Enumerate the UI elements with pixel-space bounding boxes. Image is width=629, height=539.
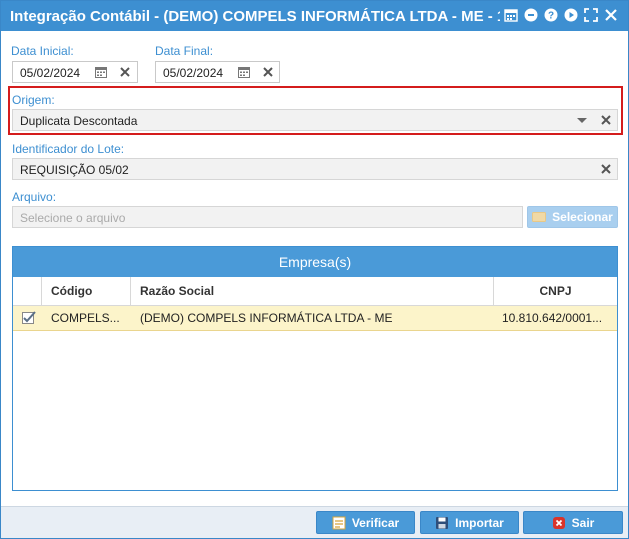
data-final-value: 05/02/2024 xyxy=(163,66,224,80)
close-icon[interactable] xyxy=(604,8,618,22)
svg-text:?: ? xyxy=(548,11,554,22)
clear-icon[interactable] xyxy=(599,162,613,176)
checkbox-checked-icon[interactable] xyxy=(21,306,39,331)
header-cnpj[interactable]: CNPJ xyxy=(493,277,617,306)
minimize-icon[interactable] xyxy=(524,8,538,22)
arquivo-placeholder: Selecione o arquivo xyxy=(20,211,126,225)
importar-label: Importar xyxy=(455,515,504,530)
clear-icon[interactable] xyxy=(118,65,132,79)
maximize-icon[interactable] xyxy=(584,8,598,22)
sair-button[interactable]: Sair xyxy=(523,511,623,534)
calendar-icon[interactable] xyxy=(237,65,251,79)
clear-icon[interactable] xyxy=(261,65,275,79)
identificador-value: REQUISIÇÃO 05/02 xyxy=(20,163,129,177)
help-icon[interactable]: ? xyxy=(544,8,558,22)
play-icon[interactable] xyxy=(564,8,578,22)
integracao-contabil-window: Integração Contábil - (DEMO) COMPELS INF… xyxy=(0,0,629,539)
origem-select[interactable]: Duplicata Descontada xyxy=(12,109,618,131)
table-row[interactable]: COMPELS... (DEMO) COMPELS INFORMÁTICA LT… xyxy=(13,306,617,331)
data-inicial-label: Data Inicial: xyxy=(11,44,74,58)
sair-label: Sair xyxy=(571,515,595,530)
save-icon xyxy=(436,516,449,529)
arquivo-field[interactable]: Selecione o arquivo xyxy=(12,206,523,228)
title-bar[interactable]: Integração Contábil - (DEMO) COMPELS INF… xyxy=(1,1,628,31)
selecionar-button[interactable]: Selecionar xyxy=(527,206,618,228)
data-final-field[interactable]: 05/02/2024 xyxy=(155,61,280,83)
data-final-label: Data Final: xyxy=(155,44,214,58)
data-inicial-field[interactable]: 05/02/2024 xyxy=(12,61,138,83)
identificador-field[interactable]: REQUISIÇÃO 05/02 xyxy=(12,158,618,180)
row-codigo: COMPELS... xyxy=(51,311,120,325)
importar-button[interactable]: Importar xyxy=(420,511,519,534)
window-title: Integração Contábil - (DEMO) COMPELS INF… xyxy=(10,8,500,25)
selecionar-label: Selecionar xyxy=(552,210,613,224)
row-razao-social: (DEMO) COMPELS INFORMÁTICA LTDA - ME xyxy=(140,311,393,325)
header-razao-social[interactable]: Razão Social xyxy=(130,277,493,306)
calendar-icon[interactable] xyxy=(504,8,518,22)
header-codigo[interactable]: Código xyxy=(41,277,130,306)
origem-value: Duplicata Descontada xyxy=(20,114,138,128)
calendar-icon[interactable] xyxy=(94,65,108,79)
verificar-label: Verificar xyxy=(351,515,400,530)
clear-icon[interactable] xyxy=(599,113,613,127)
empresas-grid: Empresa(s) Código Razão Social CNPJ COMP… xyxy=(12,246,618,491)
exit-icon xyxy=(552,516,565,529)
identificador-label: Identificador do Lote: xyxy=(12,142,125,156)
verificar-button[interactable]: Verificar xyxy=(316,511,415,534)
title-bar-icons: ? xyxy=(504,8,618,22)
origem-label: Origem: xyxy=(12,93,55,107)
row-cnpj: 10.810.642/0001... xyxy=(502,311,603,325)
header-select-col[interactable] xyxy=(13,277,41,306)
arquivo-label: Arquivo: xyxy=(12,190,57,204)
grid-title: Empresa(s) xyxy=(13,247,617,277)
checklist-icon xyxy=(332,516,346,529)
footer-toolbar: Verificar Importar Sair xyxy=(1,506,628,538)
grid-header: Código Razão Social CNPJ xyxy=(13,277,617,306)
chevron-down-icon[interactable] xyxy=(575,113,589,127)
file-icon xyxy=(532,212,547,222)
data-inicial-value: 05/02/2024 xyxy=(20,66,81,80)
